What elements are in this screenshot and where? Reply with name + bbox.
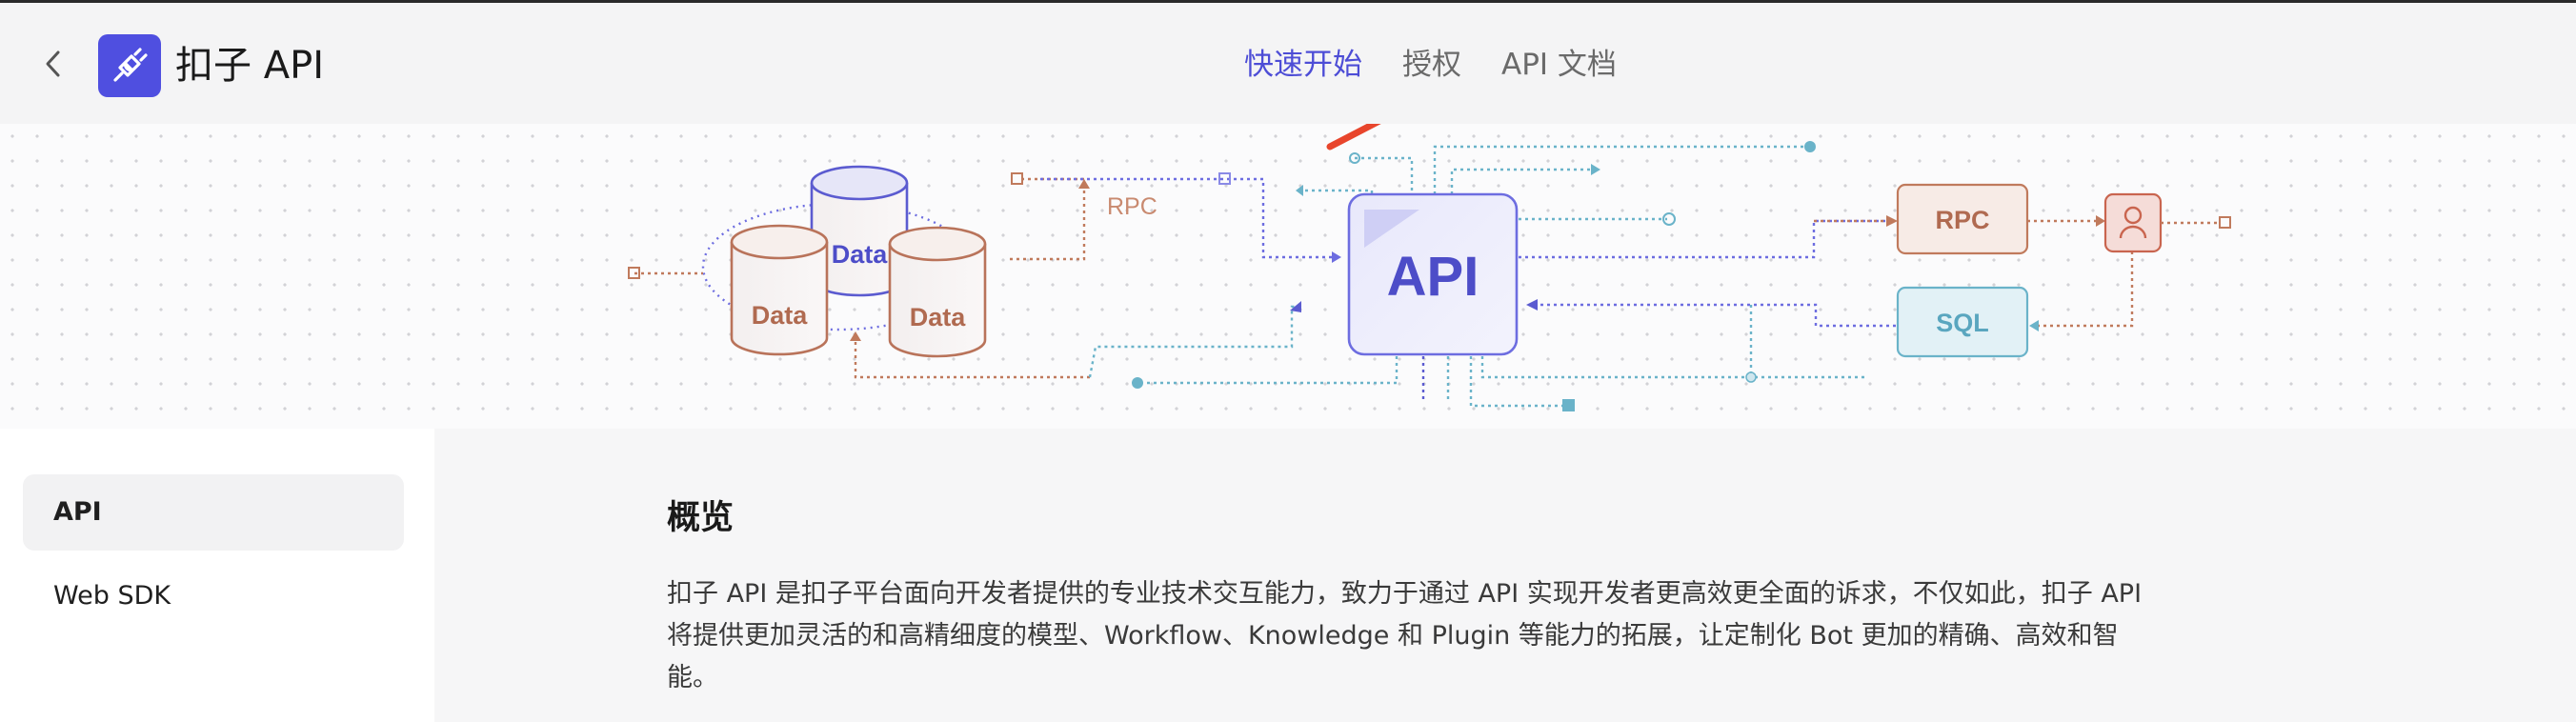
user-icon xyxy=(2103,192,2163,253)
sidebar-item-api[interactable]: API xyxy=(23,474,404,551)
database-cylinder: Data xyxy=(888,226,987,358)
sql-box-label: SQL xyxy=(1936,309,1989,337)
api-box: API xyxy=(1347,192,1519,356)
top-header: 扣子 API 快速开始 授权 API 文档 xyxy=(0,0,2576,124)
tab-authorization[interactable]: 授权 xyxy=(1402,45,1461,85)
database-cylinder: Data xyxy=(730,224,829,356)
chevron-left-icon xyxy=(46,50,60,77)
data-label: Data xyxy=(752,301,809,330)
back-button[interactable] xyxy=(34,45,72,83)
data-label: Data xyxy=(832,240,889,269)
data-label: Data xyxy=(910,303,967,331)
tab-quick-start[interactable]: 快速开始 xyxy=(1244,45,1362,85)
rpc-box: RPC xyxy=(1896,183,2029,255)
top-tabs: 快速开始 授权 API 文档 xyxy=(1244,45,1657,85)
api-architecture-diagram: Data Data Data RPC API RPC SQL xyxy=(628,124,2231,411)
rpc-link-label: RPC xyxy=(1107,193,1157,220)
rpc-box-label: RPC xyxy=(1935,206,1989,234)
hero-illustration: Data Data Data RPC API RPC SQL xyxy=(0,124,2576,429)
sidebar-item-web-sdk[interactable]: Web SDK xyxy=(23,558,404,634)
app-title: 扣子 API xyxy=(175,44,324,88)
connector-node xyxy=(628,267,640,279)
annotation-arrow xyxy=(1326,124,1381,150)
api-label: API xyxy=(1387,246,1479,308)
main-content: 概览 扣子 API 是扣子平台面向开发者提供的专业技术交互能力，致力于通过 AP… xyxy=(434,429,2576,722)
overview-paragraph: 扣子 API 是扣子平台面向开发者提供的专业技术交互能力，致力于通过 API 实… xyxy=(667,579,2143,692)
sidebar: API Web SDK xyxy=(0,429,434,722)
plug-icon xyxy=(113,48,148,82)
section-title: 概览 xyxy=(667,499,735,537)
sql-box: SQL xyxy=(1896,286,2029,358)
tab-api-docs[interactable]: API 文档 xyxy=(1501,45,1617,85)
app-logo xyxy=(98,34,161,97)
